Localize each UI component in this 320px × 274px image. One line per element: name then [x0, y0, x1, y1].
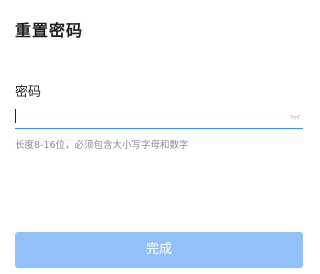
password-field[interactable] [15, 106, 303, 129]
password-label: 密码 [15, 85, 42, 100]
text-caret [15, 109, 16, 123]
eye-closed-glyph [289, 114, 301, 120]
eye-closed-icon[interactable] [289, 114, 301, 120]
password-input[interactable] [15, 106, 270, 126]
done-button[interactable]: 完成 [15, 232, 303, 268]
reset-password-page: 重置密码 密码 长度8-16位，必须包含大小写字母和数字 完成 [0, 0, 312, 274]
password-hint: 长度8-16位，必须包含大小写字母和数字 [15, 140, 189, 151]
page-title: 重置密码 [15, 21, 84, 40]
